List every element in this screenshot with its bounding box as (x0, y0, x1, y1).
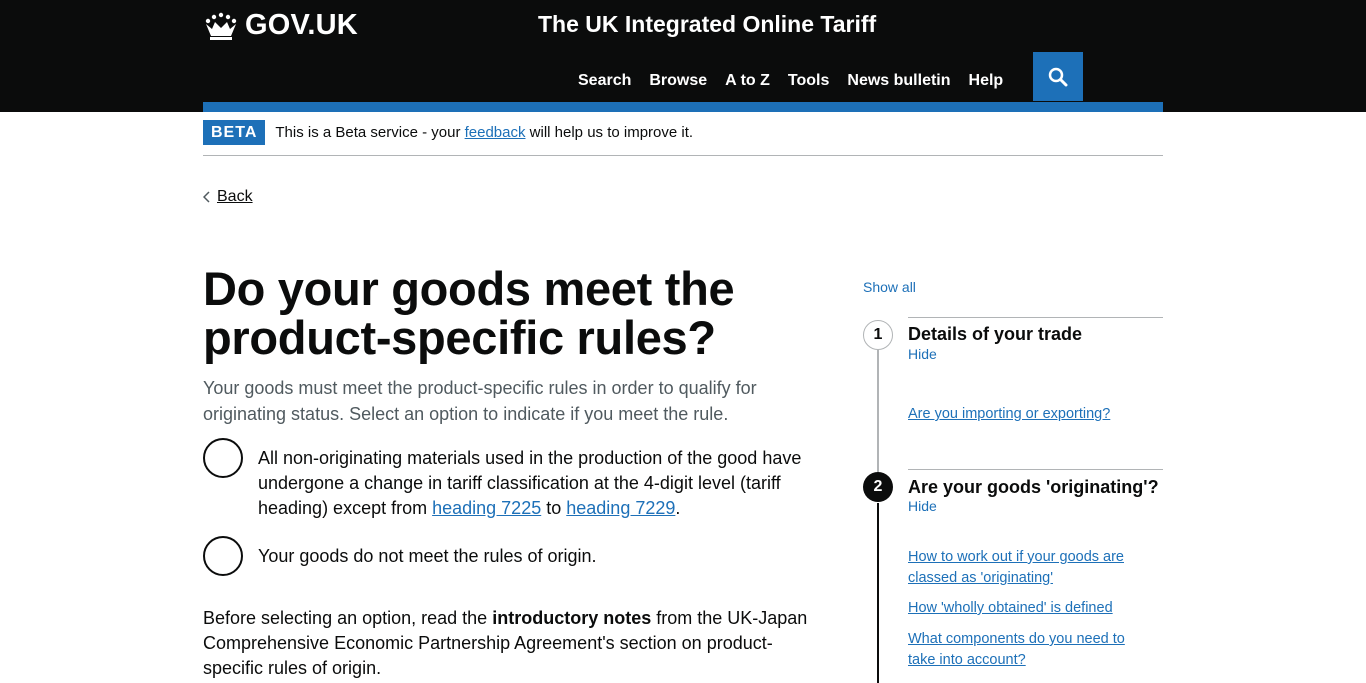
link-wholly-obtained[interactable]: How 'wholly obtained' is defined (908, 598, 1148, 619)
step-2-hide-toggle[interactable]: Hide (908, 498, 937, 514)
link-how-to-work-out-originating[interactable]: How to work out if your goods are classe… (908, 547, 1148, 589)
back-link[interactable]: Back (203, 188, 253, 206)
crown-icon (205, 12, 237, 40)
introductory-notes-text: Before selecting an option, read the int… (203, 606, 823, 681)
chevron-left-icon (203, 191, 210, 203)
link-components[interactable]: What components do you need to take into… (908, 629, 1148, 671)
beta-text-before: This is a Beta service - your (275, 124, 461, 141)
step-title-details-of-trade[interactable]: Details of your trade (908, 322, 1082, 346)
notes-bold: introductory notes (492, 608, 652, 628)
heading-7229-link[interactable]: heading 7229 (566, 498, 675, 518)
show-all-toggle[interactable]: Show all (863, 279, 916, 295)
step-title-originating[interactable]: Are your goods 'originating'? (908, 475, 1159, 499)
radio-input-does-not-meet[interactable] (203, 536, 243, 576)
step-number-1: 1 (863, 320, 893, 350)
radio-label-meets-rule[interactable]: All non-originating materials used in th… (258, 446, 823, 521)
heading-7225-link[interactable]: heading 7225 (432, 498, 541, 518)
site-header: GOV.UK The UK Integrated Online Tariff S… (0, 0, 1366, 112)
rule-text-end: . (675, 498, 681, 518)
page-lead: Your goods must meet the product-specifi… (203, 378, 757, 424)
beta-text-after: will help us to improve it. (529, 124, 694, 141)
step-connector-line (877, 350, 879, 472)
beta-tag: BETA (203, 120, 266, 145)
rule-text-middle: to (546, 498, 562, 518)
search-button[interactable] (1033, 52, 1083, 101)
beta-text: This is a Beta service - your feedback w… (275, 124, 693, 141)
nav-help[interactable]: Help (969, 72, 1004, 90)
step-divider (908, 317, 1163, 318)
nav-search[interactable]: Search (578, 72, 631, 90)
search-icon (1048, 67, 1068, 86)
radio-input-meets-rule[interactable] (203, 438, 243, 478)
radio-option-does-not-meet[interactable]: Your goods do not meet the rules of orig… (203, 536, 823, 576)
notes-before: Before selecting an option, read the (203, 608, 488, 628)
beta-banner: BETA This is a Beta service - your feedb… (203, 120, 1163, 156)
nav-a-to-z[interactable]: A to Z (725, 72, 770, 90)
step-number-2: 2 (863, 472, 893, 502)
govuk-logo-link[interactable]: GOV.UK (203, 9, 358, 42)
step-1-hide-toggle[interactable]: Hide (908, 346, 937, 362)
radio-label-does-not-meet[interactable]: Your goods do not meet the rules of orig… (258, 544, 823, 576)
back-link-label: Back (217, 188, 253, 205)
header-blue-bar (203, 102, 1163, 112)
nav-tools[interactable]: Tools (788, 72, 829, 90)
link-importing-or-exporting[interactable]: Are you importing or exporting? (908, 404, 1148, 425)
govuk-logo-text: GOV.UK (245, 9, 358, 41)
feedback-link[interactable]: feedback (465, 124, 526, 141)
page-title: Do your goods meet the product-specific … (203, 262, 735, 364)
nav-news-bulletin[interactable]: News bulletin (847, 72, 950, 90)
radio-option-meets-rule[interactable]: All non-originating materials used in th… (203, 438, 823, 521)
nav-browse[interactable]: Browse (649, 72, 707, 90)
service-name[interactable]: The UK Integrated Online Tariff (538, 11, 876, 38)
main-navigation: Search Browse A to Z Tools News bulletin… (578, 72, 1021, 90)
step-divider (908, 469, 1163, 470)
step-connector-line-active (877, 503, 879, 683)
